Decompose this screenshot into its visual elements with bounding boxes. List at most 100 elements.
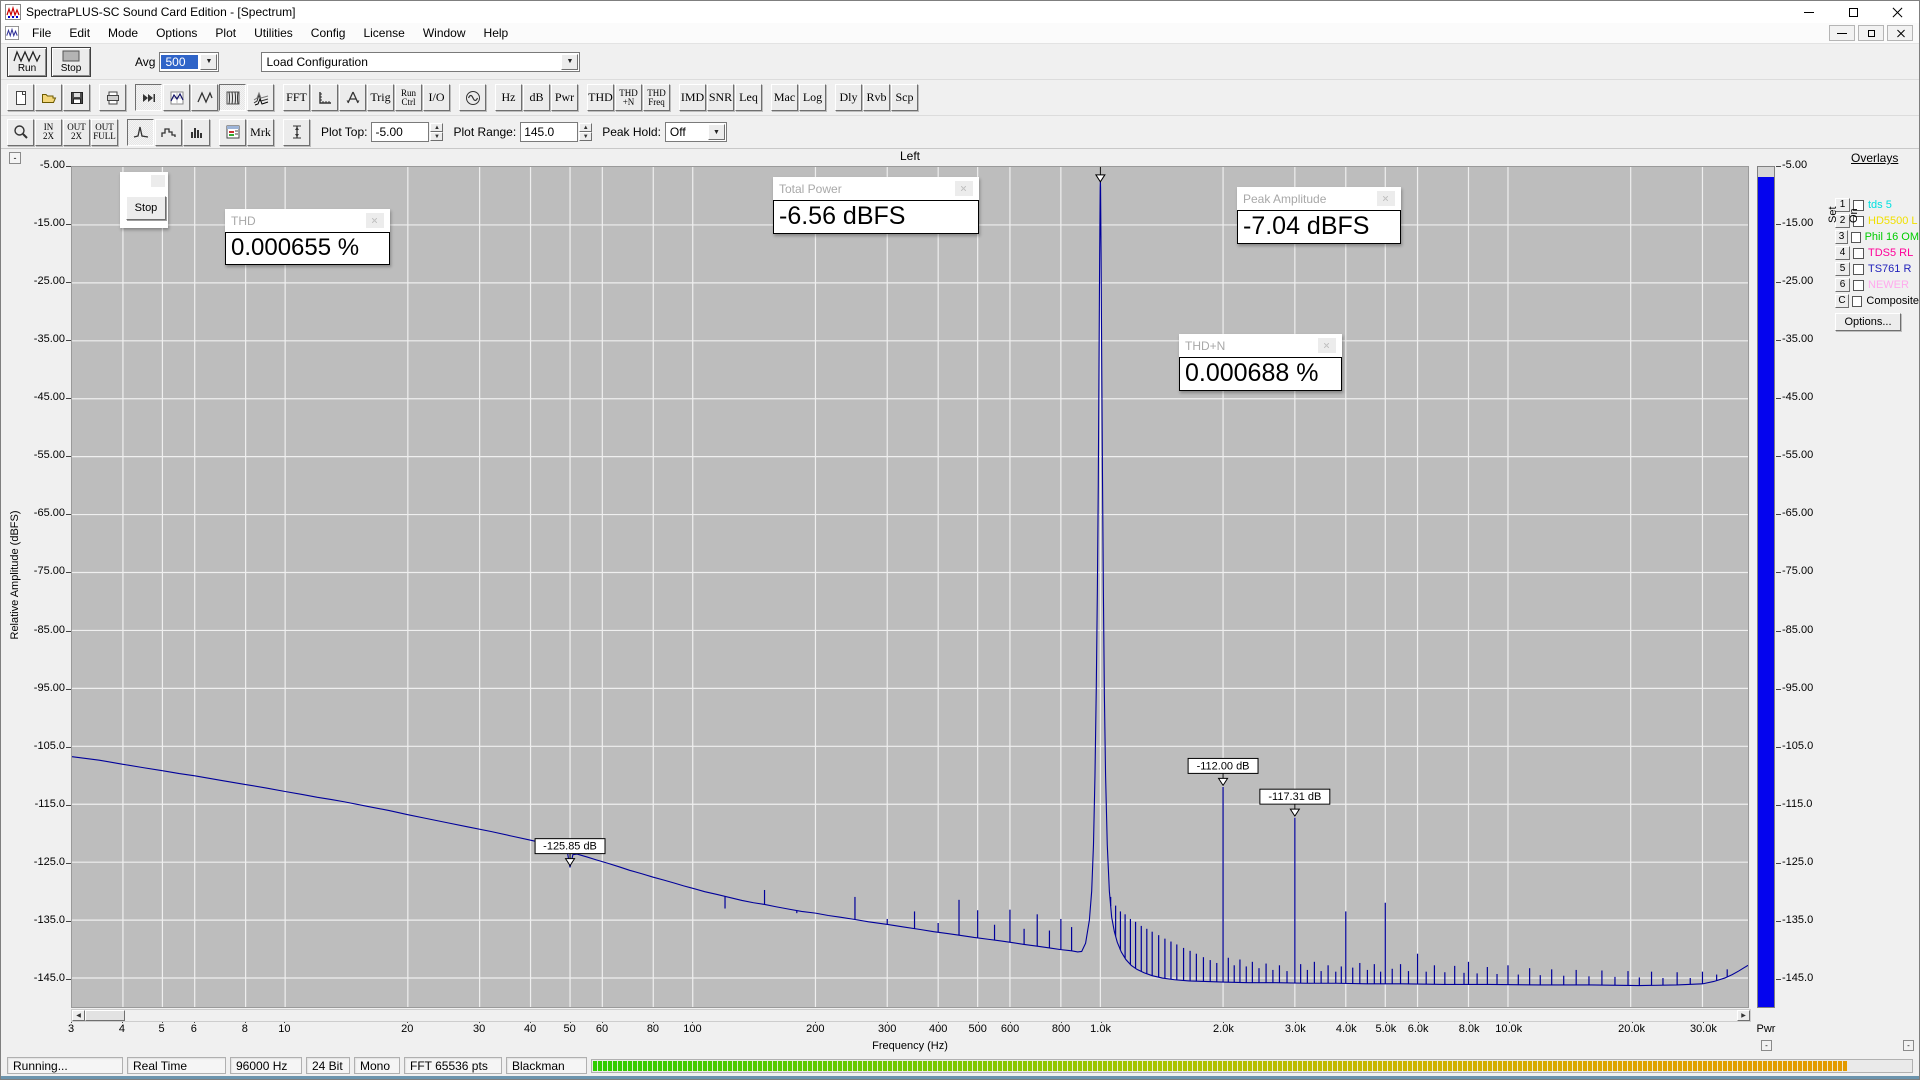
macro-button[interactable]: Mac — [771, 84, 798, 111]
phase-view-button[interactable] — [191, 84, 218, 111]
peak-amplitude-meter-close-icon[interactable] — [1377, 191, 1395, 206]
menu-item-mode[interactable]: Mode — [99, 24, 147, 42]
delay-button[interactable]: Dly — [835, 84, 862, 111]
new-button[interactable] — [7, 84, 34, 111]
open-button[interactable] — [35, 84, 62, 111]
plot-top-spinner[interactable]: ▲▼ — [430, 123, 443, 141]
menu-item-edit[interactable]: Edit — [60, 24, 99, 42]
mdi-close-button[interactable] — [1887, 25, 1913, 41]
time-series-button[interactable] — [135, 84, 162, 111]
trigger-button[interactable]: Trig — [367, 84, 394, 111]
imd-button[interactable]: IMD — [679, 84, 706, 111]
marker-button[interactable]: Mrk — [247, 119, 274, 146]
thd-freq-button[interactable]: THD Freq — [643, 84, 670, 111]
avg-dropdown-arrow-icon[interactable]: ▼ — [200, 54, 217, 70]
plot-top-spin-down-icon[interactable]: ▼ — [430, 132, 443, 141]
peak-amplitude-meter-window: Peak Amplitude -7.04 dBFS — [1237, 187, 1401, 244]
pwr-collapse-button[interactable]: - — [1761, 1040, 1772, 1051]
overlay-on-checkbox-6[interactable] — [1853, 280, 1864, 291]
mdi-minimize-button[interactable] — [1829, 25, 1855, 41]
thdn-meter-close-icon[interactable] — [1318, 338, 1336, 353]
pwr-button[interactable]: Pwr — [551, 84, 578, 111]
zoom-out-2x-button[interactable]: OUT 2X — [63, 119, 90, 146]
plot-range-spin-up-icon[interactable]: ▲ — [579, 123, 592, 132]
menu-item-config[interactable]: Config — [302, 24, 355, 42]
overlay-on-checkbox-C[interactable] — [1852, 296, 1862, 307]
plot-range-spin-down-icon[interactable]: ▼ — [579, 132, 592, 141]
overlay-set-button-4[interactable]: 4 — [1835, 246, 1850, 260]
display-options-button[interactable] — [219, 119, 246, 146]
stop-button[interactable]: Stop — [51, 47, 91, 77]
menu-item-utilities[interactable]: Utilities — [245, 24, 302, 42]
overlay-set-button-C[interactable]: C — [1835, 294, 1849, 308]
menu-item-license[interactable]: License — [354, 24, 413, 42]
amplitude-range-button[interactable] — [283, 119, 310, 146]
scrollbar-track[interactable] — [125, 1010, 1737, 1021]
menu-item-window[interactable]: Window — [414, 24, 475, 42]
menu-item-options[interactable]: Options — [147, 24, 206, 42]
run-control-button[interactable]: Run Ctrl — [395, 84, 422, 111]
scaling-button[interactable] — [311, 84, 338, 111]
hz-button[interactable]: Hz — [495, 84, 522, 111]
reverb-button[interactable]: Rvb — [863, 84, 890, 111]
zoom-button[interactable] — [7, 119, 34, 146]
print-button[interactable] — [99, 84, 126, 111]
narrowband-button[interactable] — [127, 119, 154, 146]
overlay-set-button-3[interactable]: 3 — [1835, 230, 1848, 244]
y-tick-mark — [1776, 863, 1781, 864]
scope-button[interactable]: Scp — [891, 84, 918, 111]
restore-button[interactable] — [1831, 1, 1875, 23]
save-button[interactable] — [63, 84, 90, 111]
thd-n-button[interactable]: THD +N — [615, 84, 642, 111]
octave-button[interactable] — [155, 119, 182, 146]
calibration-button[interactable] — [339, 84, 366, 111]
overlay-on-checkbox-5[interactable] — [1853, 264, 1864, 275]
overlays-options-button[interactable]: Options... — [1835, 313, 1901, 331]
plot-top-input[interactable]: -5.00 — [371, 122, 429, 142]
thd-button[interactable]: THD — [587, 84, 614, 111]
scrollbar-thumb[interactable] — [85, 1010, 125, 1021]
zoom-in-2x-button[interactable]: IN 2X — [35, 119, 62, 146]
mdi-restore-button[interactable] — [1858, 25, 1884, 41]
menu-item-plot[interactable]: Plot — [206, 24, 245, 42]
load-configuration-arrow-icon[interactable]: ▼ — [561, 54, 578, 70]
overlay-on-checkbox-4[interactable] — [1853, 248, 1864, 259]
plot-range-spinner[interactable]: ▲▼ — [579, 123, 592, 141]
overlay-row-5: 5TS761 R — [1835, 261, 1919, 277]
menu-item-file[interactable]: File — [23, 24, 60, 42]
overlay-set-button-5[interactable]: 5 — [1835, 262, 1850, 276]
minimize-button[interactable] — [1787, 1, 1831, 23]
bar-display-button[interactable] — [183, 119, 210, 146]
spectrum-chart[interactable]: -112.00 dB-117.31 dB-125.85 dB — [71, 166, 1749, 1008]
signal-generator-button[interactable] — [459, 84, 486, 111]
run-button[interactable]: Run — [7, 47, 47, 77]
avg-combobox[interactable]: 500 ▼ — [159, 52, 219, 72]
menu-item-help[interactable]: Help — [475, 24, 518, 42]
fft-button[interactable]: FFT — [283, 84, 310, 111]
frequency-scrollbar[interactable]: ◀ ▶ — [71, 1009, 1751, 1022]
surface-view-button[interactable] — [247, 84, 274, 111]
load-configuration-combobox[interactable]: Load Configuration ▼ — [261, 52, 580, 72]
total-power-meter-close-icon[interactable] — [955, 181, 973, 196]
corner-collapse-button[interactable]: - — [1903, 1040, 1914, 1051]
stop-window-button-icon[interactable] — [151, 175, 165, 187]
scroll-left-arrow-icon[interactable]: ◀ — [72, 1010, 85, 1021]
peak-hold-arrow-icon[interactable]: ▼ — [708, 124, 725, 140]
spectrogram-view-button[interactable] — [219, 84, 246, 111]
io-device-button[interactable]: I/O — [423, 84, 450, 111]
thd-meter-close-icon[interactable] — [366, 213, 384, 228]
plot-top-spin-up-icon[interactable]: ▲ — [430, 123, 443, 132]
scroll-right-arrow-icon[interactable]: ▶ — [1737, 1010, 1750, 1021]
plot-range-input[interactable]: 145.0 — [520, 122, 578, 142]
overlay-on-checkbox-3[interactable] — [1851, 232, 1861, 243]
zoom-out-full-button[interactable]: OUT FULL — [91, 119, 118, 146]
overlay-set-button-6[interactable]: 6 — [1835, 278, 1850, 292]
spectrum-view-button[interactable] — [163, 84, 190, 111]
close-button[interactable] — [1875, 1, 1919, 23]
peak-hold-combobox[interactable]: Off ▼ — [665, 122, 727, 142]
db-button[interactable]: dB — [523, 84, 550, 111]
logging-button[interactable]: Log — [799, 84, 826, 111]
snr-button[interactable]: SNR — [707, 84, 734, 111]
leq-button[interactable]: Leq — [735, 84, 762, 111]
floating-stop-button[interactable]: Stop — [126, 196, 166, 220]
